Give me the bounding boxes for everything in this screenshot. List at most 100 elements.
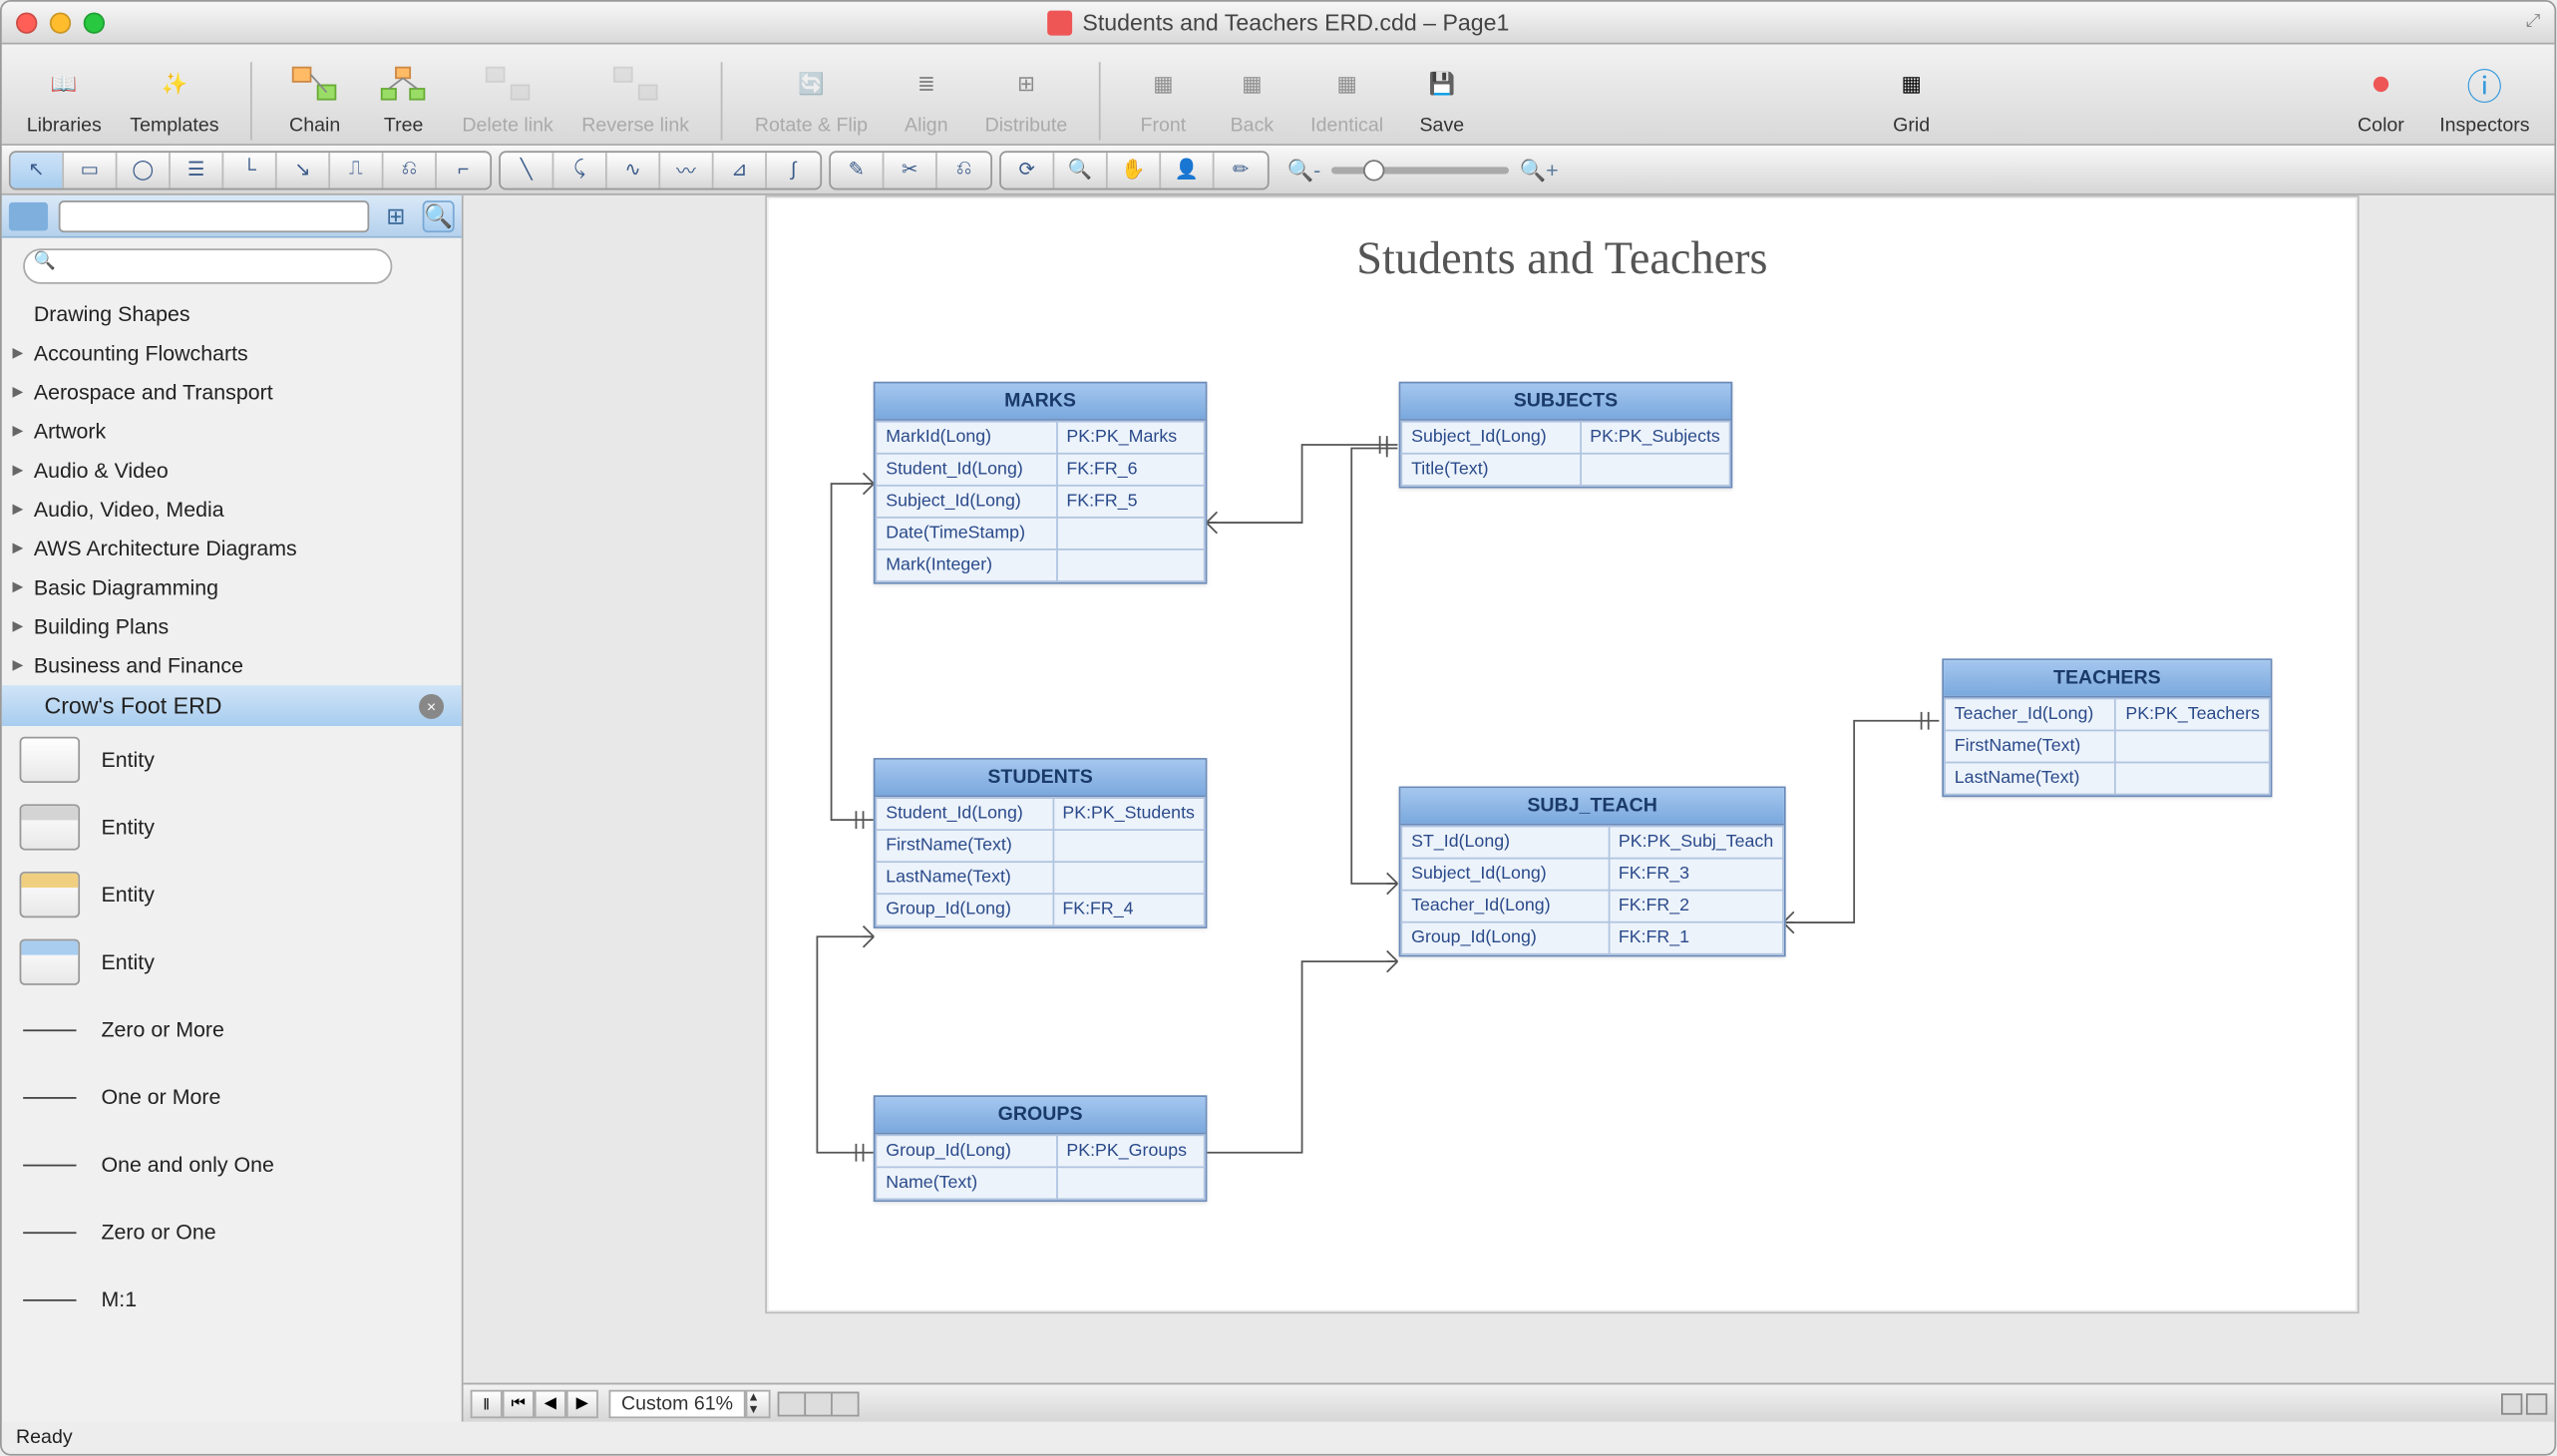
search-icon[interactable]: 🔍: [423, 199, 455, 231]
shape-one-and-only-one-6[interactable]: One and only One: [2, 1131, 462, 1199]
prev-page-button[interactable]: ◀: [535, 1389, 566, 1417]
close-library-icon[interactable]: ×: [419, 693, 444, 718]
connector-tool-1[interactable]: └: [223, 152, 276, 187]
line-tool[interactable]: ╲: [501, 152, 553, 187]
page-tab-1[interactable]: [778, 1391, 806, 1416]
rotate-flip-button[interactable]: 🔄Rotate & Flip: [744, 52, 879, 141]
entity-subjects[interactable]: SUBJECTSSubject_Id(Long)PK:PK_SubjectsTi…: [1399, 382, 1733, 489]
shape-entity-0[interactable]: Entity: [2, 726, 462, 794]
library-filter-input[interactable]: [59, 199, 370, 231]
field-name: Teacher_Id(Long): [1945, 698, 2116, 730]
zoom-slider[interactable]: 🔍- 🔍+: [1287, 158, 1559, 182]
front-button[interactable]: ▦Front: [1122, 52, 1204, 141]
shape-search-input[interactable]: [23, 248, 392, 284]
grid-button[interactable]: ▦Grid: [1871, 52, 1953, 141]
identical-button[interactable]: ▦Identical: [1299, 52, 1393, 141]
shape-m:1-8[interactable]: M:1: [2, 1266, 462, 1333]
close-window-button[interactable]: [16, 12, 37, 33]
zoom-out-icon[interactable]: 🔍-: [1287, 158, 1321, 182]
first-page-button[interactable]: ⏮: [503, 1389, 535, 1417]
eyedropper-tool[interactable]: ✏: [1215, 152, 1268, 187]
arc-tool[interactable]: ⤹: [553, 152, 606, 187]
diagram-page[interactable]: Students and Teachers MARKSMarkId(Long)P…: [765, 195, 2359, 1313]
entity-teachers[interactable]: TEACHERSTeacher_Id(Long)PK:PK_TeachersFi…: [1942, 658, 2272, 797]
connector-tool-4[interactable]: ⎌: [383, 152, 436, 187]
refresh-tool[interactable]: ⟳: [1001, 152, 1054, 187]
bottom-icon-2[interactable]: [2526, 1392, 2547, 1413]
reverse-link-button[interactable]: Reverse link: [571, 52, 700, 141]
field-key: [2116, 763, 2270, 795]
field-name: Name(Text): [876, 1167, 1056, 1199]
align-button[interactable]: ≣Align: [886, 52, 967, 141]
field-name: Title(Text): [1401, 454, 1580, 486]
distribute-button[interactable]: ⊞Distribute: [974, 52, 1078, 141]
sidebar-view-icon[interactable]: [9, 201, 48, 229]
category-6[interactable]: Basic Diagramming: [2, 568, 462, 607]
entity-subj_teach[interactable]: SUBJ_TEACHST_Id(Long)PK:PK_Subj_TeachSub…: [1399, 787, 1786, 957]
category-2[interactable]: Artwork: [2, 412, 462, 451]
ellipse-tool[interactable]: ◯: [117, 152, 170, 187]
connector-tool-2[interactable]: ↘: [277, 152, 330, 187]
bottom-icon-1[interactable]: [2501, 1392, 2522, 1413]
zoom-window-button[interactable]: [84, 12, 105, 33]
category-1[interactable]: Aerospace and Transport: [2, 373, 462, 412]
shape-toolbar: ↖ ▭ ◯ ☰ └ ↘ ⎍ ⎌ ⌐ ╲ ⤹ ∿ 〰 ⊿ ∫ ✎ ✂ ⎌ ⟳ 🔍 …: [2, 146, 2555, 195]
zoom-stepper[interactable]: ▲▼: [746, 1389, 771, 1417]
category-4[interactable]: Audio, Video, Media: [2, 490, 462, 529]
edit-tool-1[interactable]: ✎: [831, 152, 884, 187]
connector-tool-3[interactable]: ⎍: [330, 152, 383, 187]
color-button[interactable]: ●Color: [2341, 52, 2422, 141]
page-bar: ‖ ⏮ ◀ ▶ Custom 61% ▲▼: [464, 1383, 2555, 1422]
category-drawing-shapes[interactable]: Drawing Shapes: [2, 294, 462, 333]
pointer-tool[interactable]: ↖: [11, 152, 64, 187]
back-button[interactable]: ▦Back: [1211, 52, 1292, 141]
active-library[interactable]: Crow's Foot ERD×: [2, 685, 462, 726]
shape-entity-2[interactable]: Entity: [2, 861, 462, 928]
minimize-window-button[interactable]: [50, 12, 71, 33]
field-name: Subject_Id(Long): [1401, 422, 1580, 454]
spline-tool[interactable]: 〰: [660, 152, 713, 187]
bezier-tool[interactable]: ∫: [767, 152, 820, 187]
text-tool[interactable]: ☰: [171, 152, 223, 187]
next-page-button[interactable]: ▶: [566, 1389, 598, 1417]
edit-tool-2[interactable]: ✂: [884, 152, 936, 187]
category-8[interactable]: Business and Finance: [2, 646, 462, 685]
shape-zero-or-one-7[interactable]: Zero or One: [2, 1199, 462, 1267]
rect-tool[interactable]: ▭: [64, 152, 117, 187]
entity-groups[interactable]: GROUPSGroup_Id(Long)PK:PK_GroupsName(Tex…: [874, 1095, 1208, 1202]
libraries-button[interactable]: 📖Libraries: [16, 52, 112, 141]
scroll-split-button[interactable]: ‖: [471, 1389, 503, 1417]
category-5[interactable]: AWS Architecture Diagrams: [2, 529, 462, 567]
hand-tool[interactable]: ✋: [1108, 152, 1161, 187]
field-key: [1053, 830, 1205, 862]
inspectors-button[interactable]: ⓘInspectors: [2429, 52, 2541, 141]
category-0[interactable]: Accounting Flowcharts: [2, 334, 462, 373]
zoom-readout[interactable]: Custom 61%: [609, 1389, 746, 1417]
polyline-tool[interactable]: ⊿: [714, 152, 767, 187]
curve-tool[interactable]: ∿: [607, 152, 660, 187]
zoom-tool[interactable]: 🔍: [1054, 152, 1107, 187]
edit-tool-3[interactable]: ⎌: [937, 152, 990, 187]
stamp-tool[interactable]: 👤: [1161, 152, 1214, 187]
shape-entity-1[interactable]: Entity: [2, 794, 462, 862]
page-tab-2[interactable]: [804, 1391, 832, 1416]
entity-students[interactable]: STUDENTSStudent_Id(Long)PK:PK_StudentsFi…: [874, 758, 1208, 928]
save-button[interactable]: 💾Save: [1401, 52, 1483, 141]
field-name: Group_Id(Long): [876, 1135, 1056, 1167]
grid-view-icon[interactable]: ⊞: [380, 199, 412, 231]
shape-entity-3[interactable]: Entity: [2, 928, 462, 996]
delete-link-button[interactable]: Delete link: [452, 52, 564, 141]
category-3[interactable]: Audio & Video: [2, 451, 462, 490]
shape-zero-or-more-4[interactable]: Zero or More: [2, 996, 462, 1064]
zoom-in-icon[interactable]: 🔍+: [1520, 158, 1559, 182]
chain-button[interactable]: Chain: [274, 52, 356, 141]
tree-button[interactable]: Tree: [363, 52, 445, 141]
templates-button[interactable]: ✨Templates: [120, 52, 230, 141]
category-7[interactable]: Building Plans: [2, 607, 462, 646]
entity-marks[interactable]: MARKSMarkId(Long)PK:PK_MarksStudent_Id(L…: [874, 382, 1208, 584]
shape-one-or-more-5[interactable]: One or More: [2, 1063, 462, 1131]
titlebar-arrows-icon: ⤢: [2526, 12, 2540, 32]
page-tab-3[interactable]: [831, 1391, 859, 1416]
canvas-area[interactable]: Students and Teachers MARKSMarkId(Long)P…: [464, 195, 2555, 1422]
connector-tool-5[interactable]: ⌐: [437, 152, 490, 187]
